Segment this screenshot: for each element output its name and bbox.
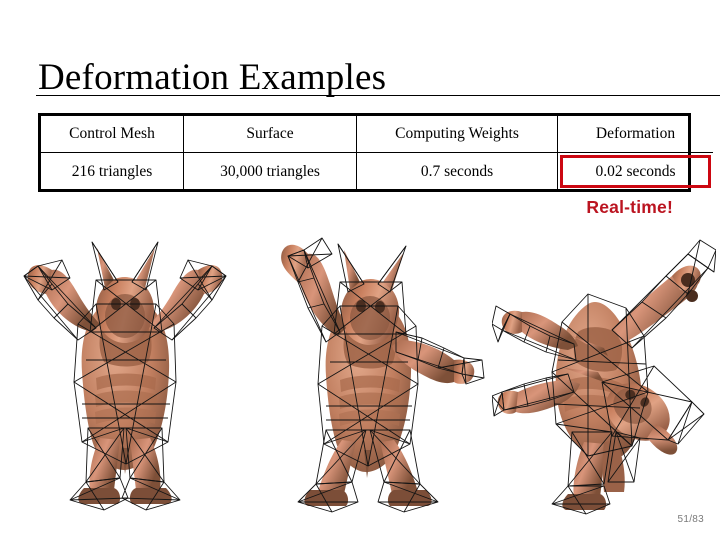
figure-deformed-armadillo-pose-b (492, 232, 716, 517)
figure-deformed-armadillo-pose-a (246, 232, 486, 517)
figure-control-mesh-armadillo-rest-pose (8, 232, 240, 517)
armadillo-render-rest-pose (23, 241, 227, 511)
table-header-deformation: Deformation (557, 116, 713, 153)
deformation-value-text: 0.02 seconds (595, 162, 676, 180)
realtime-callout: Real-time! (586, 197, 673, 217)
armadillo-body-pose-b (497, 265, 701, 510)
table-header-surface: Surface (183, 116, 357, 153)
table-cell-control-mesh-value: 216 triangles (41, 152, 184, 190)
title-underline-rule (36, 95, 720, 96)
armadillo-render-pose-a (281, 237, 485, 513)
table-header-computing-weights: Computing Weights (356, 116, 558, 153)
table-cell-deformation-value: 0.02 seconds (557, 152, 713, 190)
page-title: Deformation Examples (38, 56, 387, 98)
table-cell-surface-value: 30,000 triangles (183, 152, 357, 190)
table-header-control-mesh: Control Mesh (41, 116, 184, 153)
table-cell-computing-weights-value: 0.7 seconds (356, 152, 558, 190)
table-header-row: Control Mesh Surface Computing Weights D… (41, 116, 713, 153)
armadillo-render-pose-b (492, 239, 716, 515)
table-row: 216 triangles 30,000 triangles 0.7 secon… (41, 152, 713, 190)
figure-row (0, 232, 720, 517)
slide-canvas: Deformation Examples Control Mesh Surfac… (0, 0, 720, 540)
specs-table: Control Mesh Surface Computing Weights D… (38, 113, 713, 192)
page-number: 51/83 (677, 514, 704, 525)
